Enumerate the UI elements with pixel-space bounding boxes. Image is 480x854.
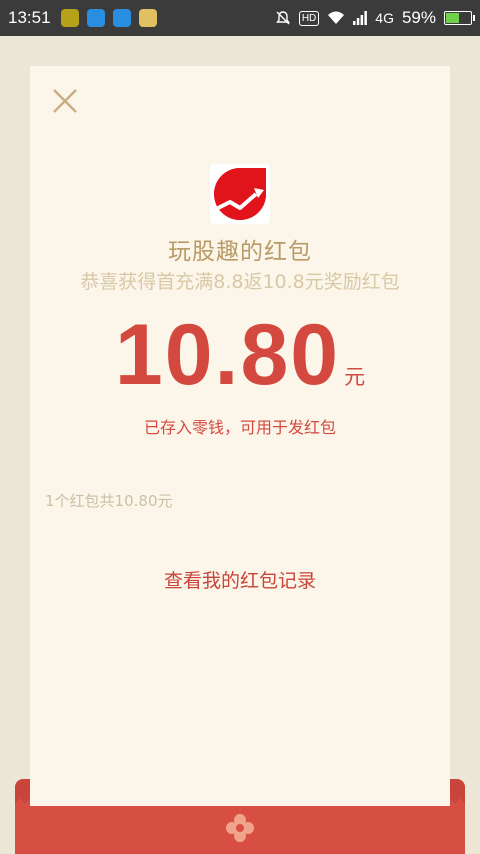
stored-notice: 已存入零钱，可用于发红包 — [143, 418, 336, 437]
sender-title: 玩股趣的红包 — [168, 239, 312, 265]
app-notification-icon-1 — [60, 9, 79, 27]
amount-row: 10.80 元 — [30, 306, 450, 405]
view-records-link[interactable]: 查看我的红包记录 — [30, 566, 450, 593]
app-notification-icon-4 — [138, 9, 157, 27]
status-time: 13:51 — [8, 8, 51, 27]
stock-chart-logo-icon — [210, 164, 270, 224]
flower-icon — [226, 814, 254, 842]
app-notification-icon-2 — [86, 9, 105, 27]
amount-unit: 元 — [344, 365, 366, 389]
hd-icon: HD — [298, 10, 320, 26]
battery-level — [446, 13, 459, 23]
status-right-group: HD 4G 59% — [275, 8, 475, 28]
amount-value: 10.80 — [114, 307, 341, 403]
wifi-icon — [327, 11, 345, 25]
battery-percent: 59% — [401, 8, 436, 27]
signal-icon — [353, 11, 368, 25]
packet-count: 1个红包共10.80元 — [45, 492, 173, 510]
reward-subtitle: 恭喜获得首充满8.8返10.8元奖励红包 — [80, 271, 400, 293]
mute-icon — [275, 10, 291, 26]
battery-icon — [444, 11, 475, 25]
close-icon[interactable] — [50, 86, 80, 116]
status-bar: 13:51 HD 4G 59% — [0, 0, 480, 36]
red-packet-card: 玩股趣的红包 恭喜获得首充满8.8返10.8元奖励红包 10.80 元 已存入零钱… — [30, 66, 450, 806]
app-notification-icon-3 — [112, 9, 131, 27]
network-type: 4G — [375, 10, 394, 26]
